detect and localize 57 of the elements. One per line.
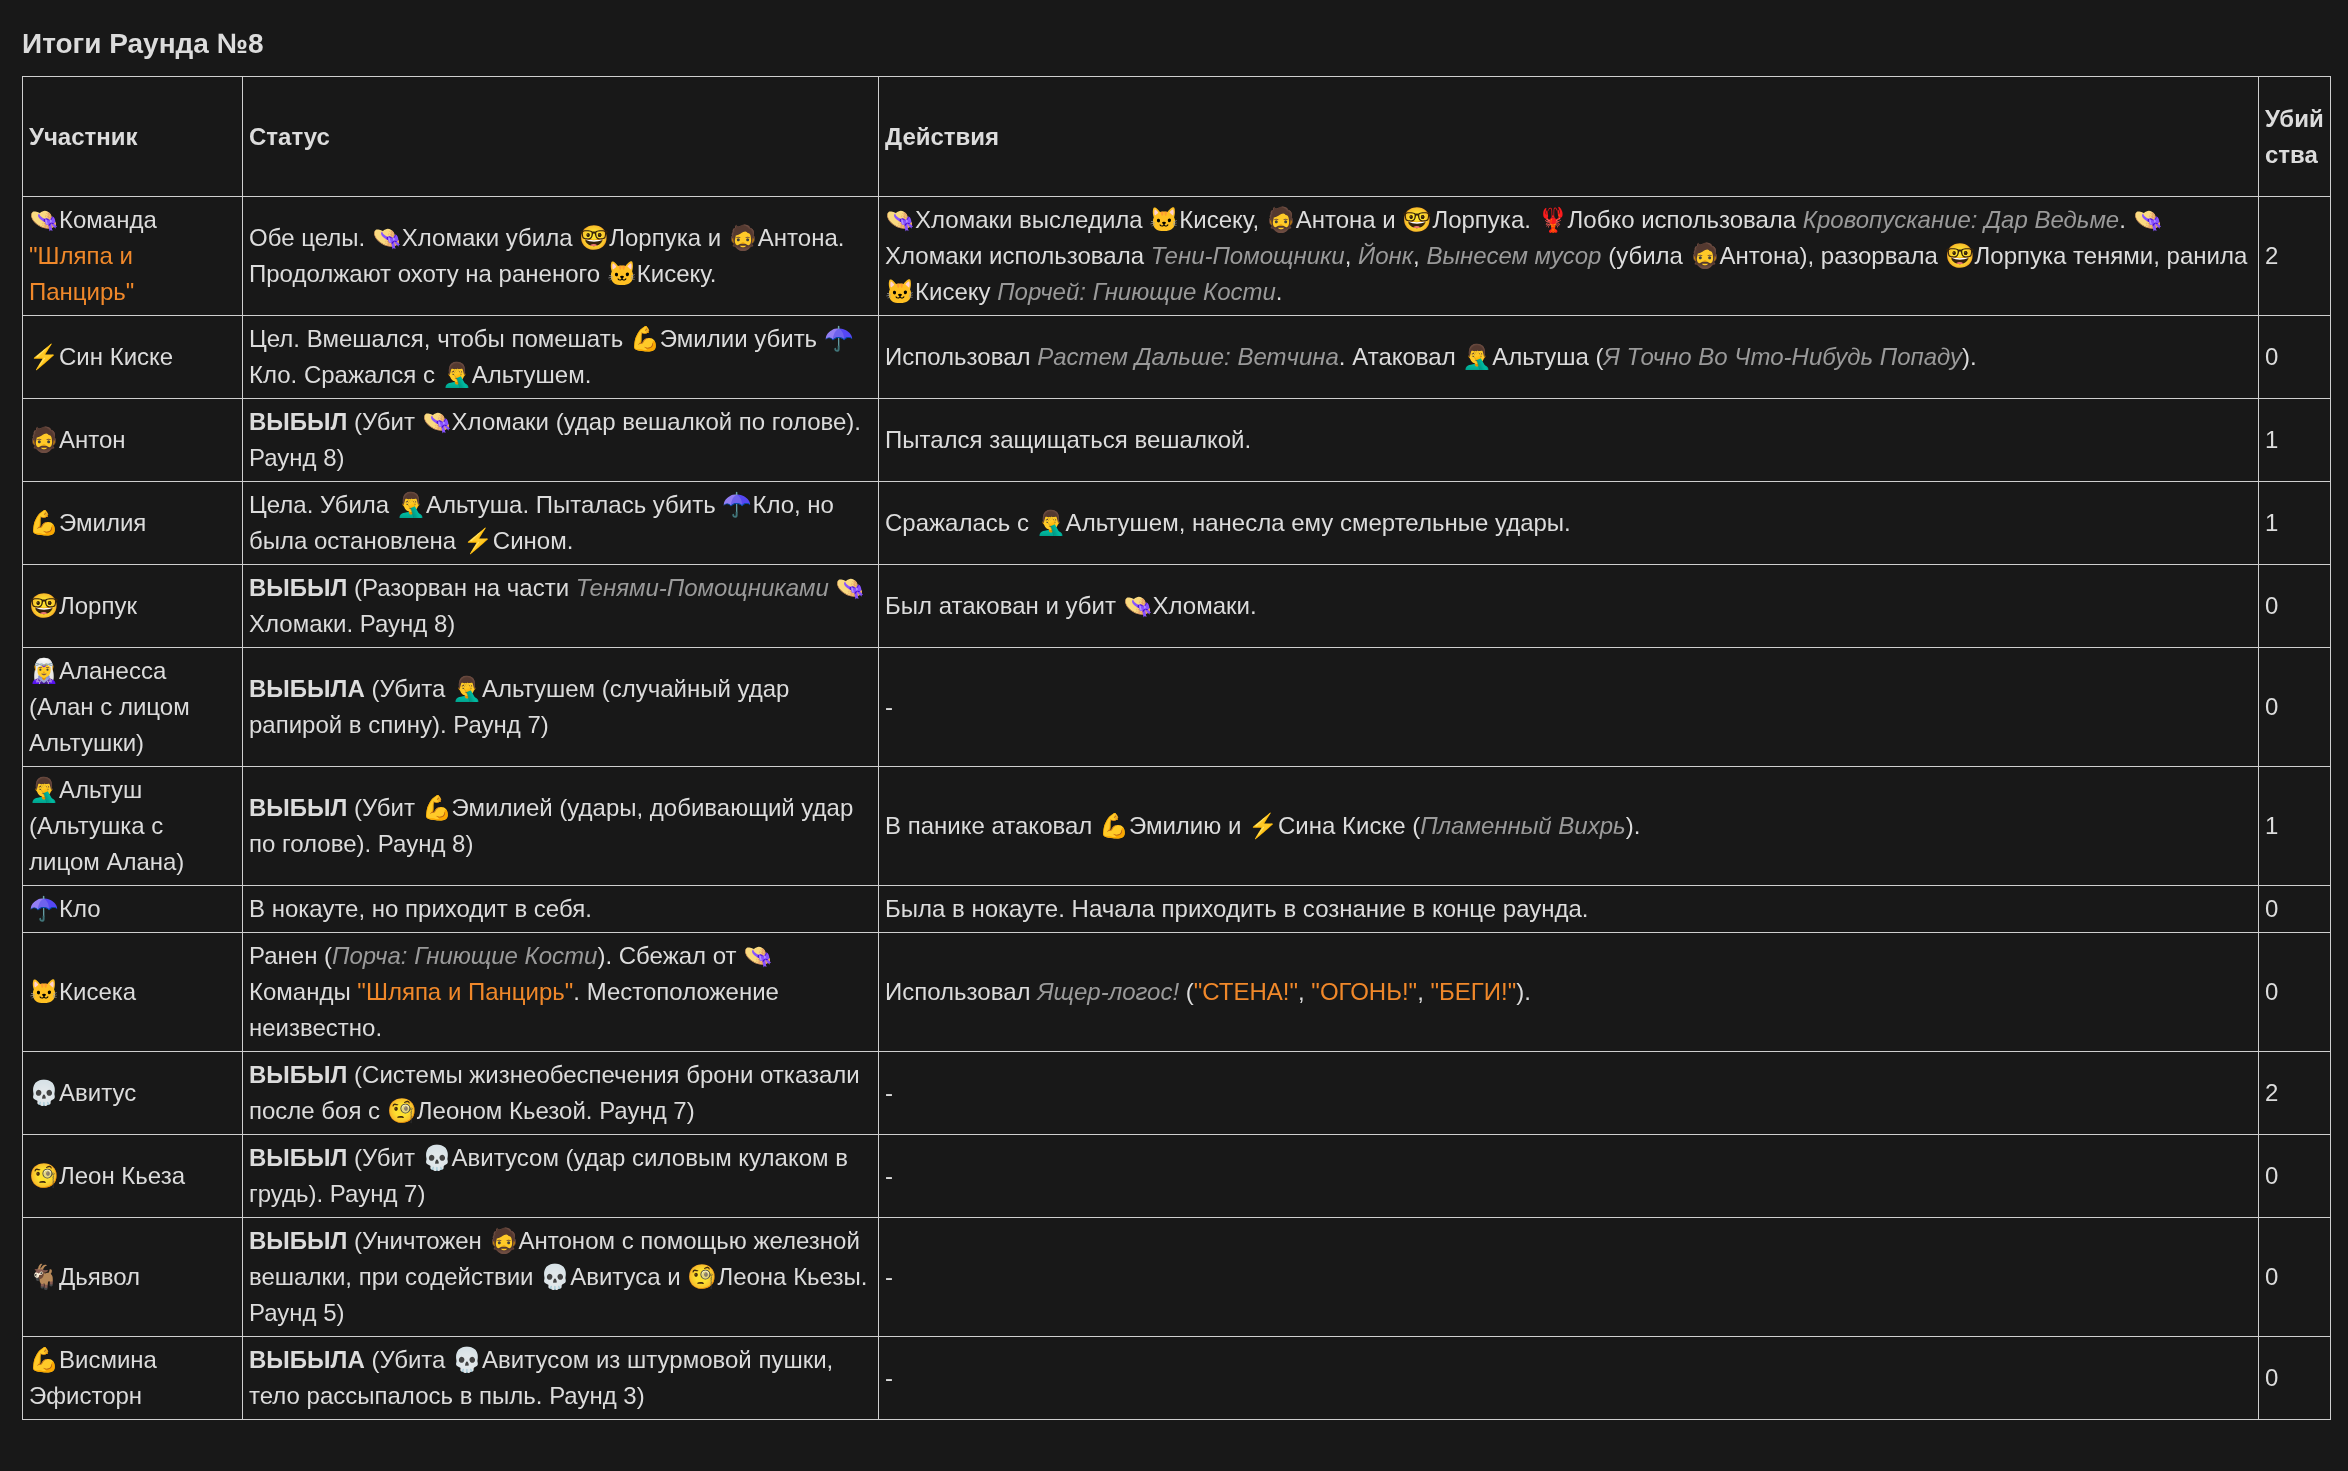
actions-cell: - (878, 1134, 2259, 1218)
status-cell: Ранен (Порча: Гниющие Кости). Сбежал от 👒Команды "Шляпа и Панцирь". Местоположение неизвестно. (242, 932, 879, 1052)
kills-cell: 0 (2258, 1217, 2331, 1337)
actions-cell: Был атакован и убит 👒Хломаки. (878, 564, 2259, 648)
actions-cell: Использовал Ящер-логос! ("СТЕНА!", "ОГОНЬ!", "БЕГИ!"). (878, 932, 2259, 1052)
kills-cell: 1 (2258, 766, 2331, 886)
status-cell: ВЫБЫЛ (Системы жизнеобеспечения брони отказали после боя с 🧐Леоном Кьезой. Раунд 7) (242, 1051, 879, 1135)
status-cell: Цела. Убила 🤦‍♂Альтуша. Пыталась убить ☂Кло, но была остановлена ⚡Сином. (242, 481, 879, 565)
status-cell: ВЫБЫЛА (Убита 💀Авитусом из штурмовой пушки, тело рассыпалось в пыль. Раунд 3) (242, 1336, 879, 1420)
participant-cell: 🤓Лорпук (22, 564, 243, 648)
status-cell: ВЫБЫЛ (Убит 👒Хломаки (удар вешалкой по голове). Раунд 8) (242, 398, 879, 482)
participant-cell: ⚡Син Киске (22, 315, 243, 399)
kills-cell: 0 (2258, 1336, 2331, 1420)
section-title: Итоги Раунда №8 (22, 27, 264, 61)
kills-cell: 0 (2258, 885, 2331, 933)
participant-cell: 👒Команда "Шляпа и Панцирь" (22, 196, 243, 316)
actions-cell: Использовал Растем Дальше: Ветчина. Атаковал 🤦‍♂Альтуша (Я Точно Во Что-Нибудь Попаду). (878, 315, 2259, 399)
participant-cell: ☂Кло (22, 885, 243, 933)
column-header: Статус (242, 76, 879, 197)
participant-cell: 💪Эмилия (22, 481, 243, 565)
actions-cell: Сражалась с 🤦‍♂Альтушем, нанесла ему смертельные удары. (878, 481, 2259, 565)
kills-cell: 0 (2258, 647, 2331, 767)
actions-cell: 👒Хломаки выследила 🐱Кисеку, 🧔Антона и 🤓Лорпука. 🦞Лобко использовала Кровопускание: Дар Ведьме. 👒Хломаки использовала Тени-Помощники, Йонк, Вынесем мусор (убила 🧔Антона), разорвала 🤓Лорпука тенями, ранила 🐱Кисеку Порчей: Гниющие Кости. (878, 196, 2259, 316)
status-cell: ВЫБЫЛА (Убита 🤦‍♂Альтушем (случайный удар рапирой в спину). Раунд 7) (242, 647, 879, 767)
participant-cell: 🐐Дьявол (22, 1217, 243, 1337)
participant-cell: 🧐Леон Кьеза (22, 1134, 243, 1218)
kills-cell: 0 (2258, 932, 2331, 1052)
participant-cell: 💀Авитус (22, 1051, 243, 1135)
actions-cell: Была в нокауте. Начала приходить в сознание в конце раунда. (878, 885, 2259, 933)
participant-cell: 🧝‍♀Аланесса (Алан с лицом Альтушки) (22, 647, 243, 767)
status-cell: ВЫБЫЛ (Разорван на части Тенями-Помощниками 👒Хломаки. Раунд 8) (242, 564, 879, 648)
actions-cell: В панике атаковал 💪Эмилию и ⚡Сина Киске (Пламенный Вихрь). (878, 766, 2259, 886)
participant-cell: 🧔Антон (22, 398, 243, 482)
participant-cell: 💪Висмина Эфисторн (22, 1336, 243, 1420)
kills-cell: 0 (2258, 564, 2331, 648)
actions-cell: - (878, 647, 2259, 767)
actions-cell: - (878, 1217, 2259, 1337)
kills-cell: 0 (2258, 1134, 2331, 1218)
kills-cell: 1 (2258, 481, 2331, 565)
actions-cell: - (878, 1336, 2259, 1420)
participant-cell: 🤦‍♂Альтуш (Альтушка с лицом Алана) (22, 766, 243, 886)
status-cell: ВЫБЫЛ (Убит 💀Авитусом (удар силовым кулаком в грудь). Раунд 7) (242, 1134, 879, 1218)
status-cell: Цел. Вмешался, чтобы помешать 💪Эмилии убить ☂Кло. Сражался с 🤦‍♂Альтушем. (242, 315, 879, 399)
status-cell: ВЫБЫЛ (Уничтожен 🧔Антоном с помощью железной вешалки, при содействии 💀Авитуса и 🧐Леона Кьезы. Раунд 5) (242, 1217, 879, 1337)
participant-cell: 🐱Кисека (22, 932, 243, 1052)
kills-cell: 0 (2258, 315, 2331, 399)
kills-cell: 2 (2258, 1051, 2331, 1135)
column-header: Убийства (2258, 76, 2331, 197)
actions-cell: Пытался защищаться вешалкой. (878, 398, 2259, 482)
column-header: Участник (22, 76, 243, 197)
actions-cell: - (878, 1051, 2259, 1135)
kills-cell: 2 (2258, 196, 2331, 316)
status-cell: В нокауте, но приходит в себя. (242, 885, 879, 933)
status-cell: Обе целы. 👒Хломаки убила 🤓Лорпука и 🧔Антона. Продолжают охоту на раненого 🐱Кисеку. (242, 196, 879, 316)
column-header: Действия (878, 76, 2259, 197)
status-cell: ВЫБЫЛ (Убит 💪Эмилией (удары, добивающий удар по голове). Раунд 8) (242, 766, 879, 886)
kills-cell: 1 (2258, 398, 2331, 482)
